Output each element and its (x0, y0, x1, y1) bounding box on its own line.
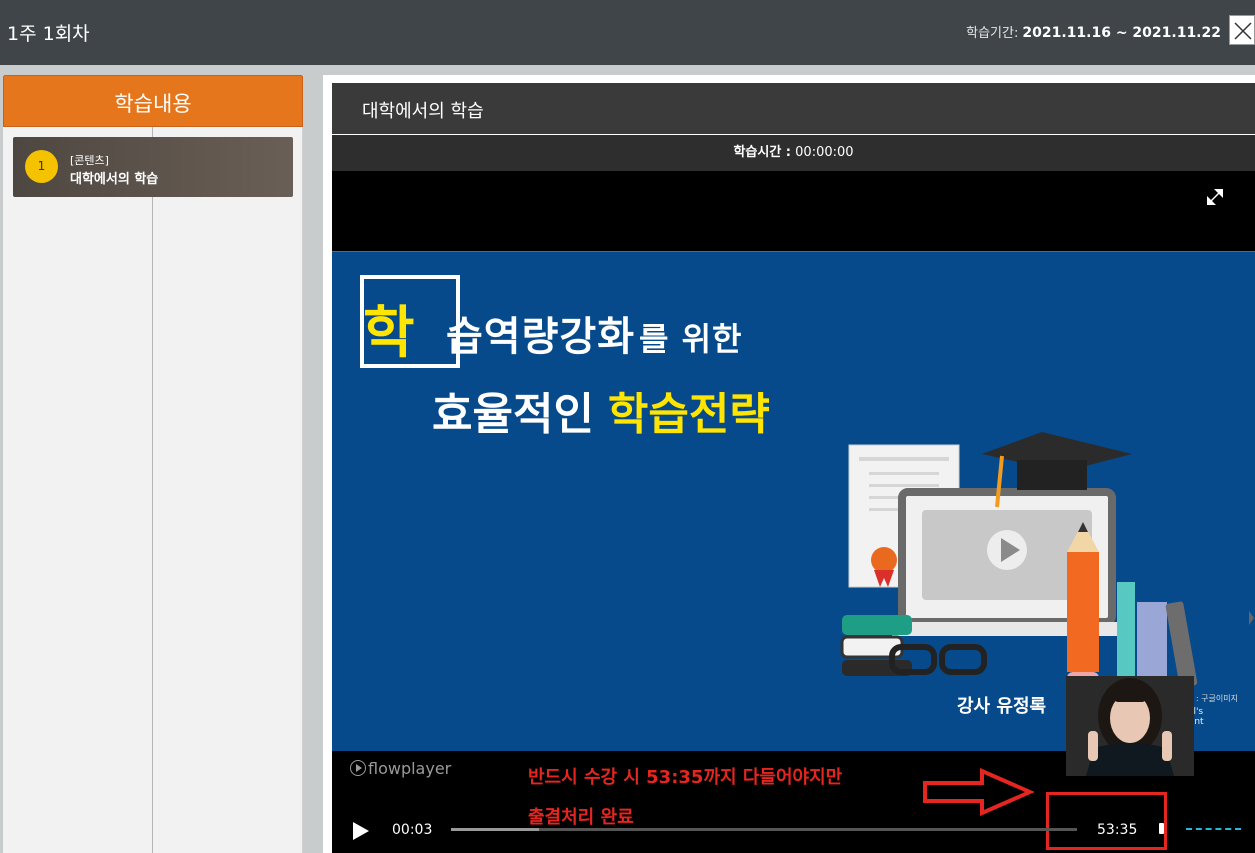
slide-big-char: 학 (363, 301, 415, 366)
content-title-bar: 대학에서의 학습 (332, 83, 1255, 134)
flowplayer-logo: flowplayer (350, 759, 451, 778)
slide-line-1-small: 를 위한 (639, 320, 743, 358)
study-time-label: 학습시간 : (733, 145, 792, 160)
lesson-sidebar: 학습내용 1 [콘텐츠] 대학에서의 학습 (3, 75, 303, 853)
lesson-tag: [콘텐츠] (70, 154, 109, 167)
seek-bar-progress (451, 828, 539, 831)
presenter-video (1066, 676, 1194, 776)
volume-icon[interactable] (1159, 823, 1164, 834)
video-duration: 53:35 (1097, 822, 1138, 838)
flowplayer-brand: flowplayer (368, 759, 452, 778)
content-frame: 대학에서의 학습 학습시간 : 00:00:00 학 습역량강화 를 위한 효율적… (323, 75, 1255, 853)
top-bar: 1주 1회차 학습기간: 2021.11.16 ~ 2021.11.22 (0, 0, 1255, 65)
study-period-value: 2021.11.16 ~ 2021.11.22 (1022, 25, 1221, 41)
study-period-label: 학습기간: (966, 26, 1019, 41)
slide-line-2: 효율적인 학습전략 (432, 378, 770, 442)
study-period: 학습기간: 2021.11.16 ~ 2021.11.22 (966, 22, 1221, 41)
content-title: 대학에서의 학습 (362, 101, 484, 122)
sidebar-heading: 학습내용 (114, 92, 192, 116)
lesson-number-badge: 1 (25, 150, 58, 183)
fullscreen-icon[interactable] (1205, 187, 1225, 207)
attendance-notice-line-1: 반드시 수강 시 53:35까지 다들어야지만 (528, 767, 843, 788)
session-title: 1주 1회차 (7, 23, 90, 45)
attendance-notice-line-2: 출결처리 완료 (528, 807, 634, 828)
current-time: 00:03 (392, 822, 433, 838)
sidebar-divider (152, 127, 153, 853)
seek-bar[interactable] (451, 828, 1077, 831)
arrow-right-icon (923, 768, 1034, 816)
lecturer-name: 강사 유정록 (957, 696, 1047, 717)
lesson-item[interactable]: 1 [콘텐츠] 대학에서의 학습 (13, 137, 293, 197)
close-icon (1234, 22, 1252, 40)
sidebar-border (302, 127, 303, 853)
duration-highlight-box (1046, 792, 1167, 850)
lesson-name: 대학에서의 학습 (70, 172, 159, 187)
slide-line-1: 습역량강화 를 위한 (446, 304, 742, 362)
close-button[interactable] (1229, 15, 1255, 45)
volume-slider[interactable] (1186, 828, 1241, 830)
slide-line-2-yellow: 학습전략 (607, 389, 770, 440)
slide-line-2-white: 효율적인 (432, 389, 594, 440)
flowplayer-play-icon (350, 760, 366, 776)
study-time-value: 00:00:00 (795, 145, 854, 160)
sidebar-header: 학습내용 (3, 75, 303, 127)
play-icon[interactable] (352, 821, 370, 841)
study-time-bar: 학습시간 : 00:00:00 (332, 135, 1255, 171)
education-illustration (840, 432, 1198, 688)
slide-line-1-text: 습역량강화 (446, 314, 635, 360)
video-player[interactable]: 학 습역량강화 를 위한 효율적인 학습전략 강사 유정록 이미지 출처: 구… (332, 171, 1255, 853)
scroll-arrow-icon[interactable] (1247, 603, 1255, 633)
